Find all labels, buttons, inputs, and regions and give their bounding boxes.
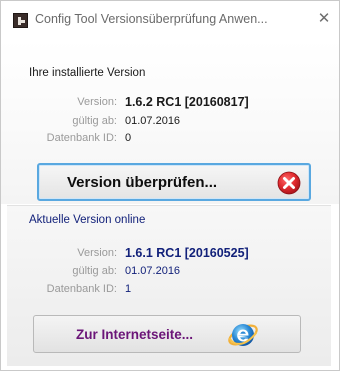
online-valid-from-label: gültig ab:	[72, 265, 117, 277]
open-website-button-label: Zur Internetseite...	[76, 327, 194, 342]
online-database-id-value: 1	[125, 283, 132, 295]
installed-database-id-label: Datenbank ID:	[46, 132, 117, 144]
check-version-button-label: Version überprüfen...	[67, 174, 218, 191]
installed-version-value: 1.6.2 RC1 [20160817]	[125, 95, 249, 109]
installed-valid-from-value: 01.07.2016	[125, 115, 181, 127]
installed-database-id-value: 0	[125, 132, 132, 144]
error-x-icon	[277, 171, 301, 200]
app-logo-icon	[13, 13, 28, 28]
installed-version-heading: Ihre installierte Version	[29, 67, 146, 79]
internet-explorer-icon	[226, 319, 260, 356]
online-version-heading: Aktuelle Version online	[29, 214, 146, 226]
online-version-label: Version:	[77, 247, 117, 259]
check-version-button[interactable]: Version überprüfen...	[37, 163, 311, 201]
online-valid-from-value: 01.07.2016	[125, 265, 181, 277]
title-bar[interactable]: Config Tool Versionsüberprüfung Anwen...…	[1, 1, 339, 39]
open-website-button[interactable]: Zur Internetseite...	[33, 315, 301, 353]
online-version-value: 1.6.1 RC1 [20160525]	[125, 246, 249, 260]
online-database-id-label: Datenbank ID:	[46, 283, 117, 295]
window-title: Config Tool Versionsüberprüfung Anwen...	[35, 12, 268, 26]
dialog-window: Config Tool Versionsüberprüfung Anwen...…	[0, 0, 340, 371]
close-button[interactable]: ✕	[315, 10, 333, 28]
installed-version-label: Version:	[77, 96, 117, 108]
installed-valid-from-label: gültig ab:	[72, 115, 117, 127]
